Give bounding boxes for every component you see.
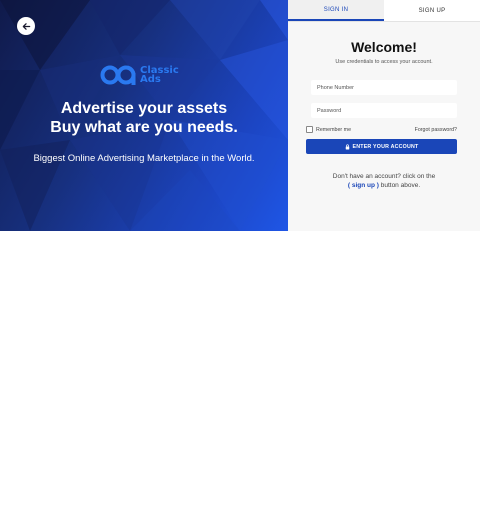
login-page: Classic Ads Advertise your assets Buy wh… bbox=[0, 0, 480, 520]
hero-headline: Advertise your assets Buy what are you n… bbox=[0, 99, 288, 137]
headline-line-2: Buy what are you needs. bbox=[50, 119, 238, 136]
remember-label: Remember me bbox=[316, 126, 352, 133]
back-button[interactable] bbox=[17, 17, 35, 35]
signin-panel: SIGN IN SIGN UP Welcome! Use credentials… bbox=[288, 0, 480, 231]
lock-icon bbox=[345, 143, 349, 149]
form-options: Remember me Forgot password? bbox=[306, 126, 457, 133]
forgot-password-link[interactable]: Forgot password? bbox=[415, 127, 457, 133]
signup-prefix: Don't have an account? click on the bbox=[332, 173, 436, 180]
phone-input[interactable] bbox=[317, 84, 457, 91]
arrow-left-icon bbox=[22, 22, 30, 30]
hero-banner: Classic Ads Advertise your assets Buy wh… bbox=[0, 0, 288, 231]
form-title: Welcome! bbox=[351, 39, 417, 55]
remember-checkbox[interactable] bbox=[306, 126, 313, 133]
logo-icon bbox=[100, 65, 136, 85]
signup-prompt: Don't have an account? click on the ( si… bbox=[288, 172, 480, 190]
password-input[interactable] bbox=[317, 107, 457, 114]
form-subtitle: Use credentials to access your account. bbox=[335, 59, 433, 65]
password-field bbox=[311, 103, 457, 118]
signup-link[interactable]: ( sign up ) bbox=[348, 182, 379, 189]
remember-me[interactable]: Remember me bbox=[306, 126, 351, 133]
enter-account-button[interactable]: ENTER YOUR ACCOUNT bbox=[306, 139, 457, 154]
auth-tabs: SIGN IN SIGN UP bbox=[288, 0, 480, 22]
logo-text: Classic Ads bbox=[140, 66, 179, 85]
submit-label: ENTER YOUR ACCOUNT bbox=[352, 143, 419, 150]
tab-sign-up[interactable]: SIGN UP bbox=[384, 0, 480, 21]
brand-logo: Classic Ads bbox=[100, 64, 179, 86]
signup-suffix: button above. bbox=[378, 182, 421, 189]
hero-tagline: Biggest Online Advertising Marketplace i… bbox=[33, 153, 255, 164]
phone-field bbox=[311, 80, 457, 95]
logo-line-2: Ads bbox=[140, 74, 161, 85]
tab-sign-in[interactable]: SIGN IN bbox=[288, 0, 384, 21]
headline-line-1: Advertise your assets bbox=[60, 100, 228, 117]
